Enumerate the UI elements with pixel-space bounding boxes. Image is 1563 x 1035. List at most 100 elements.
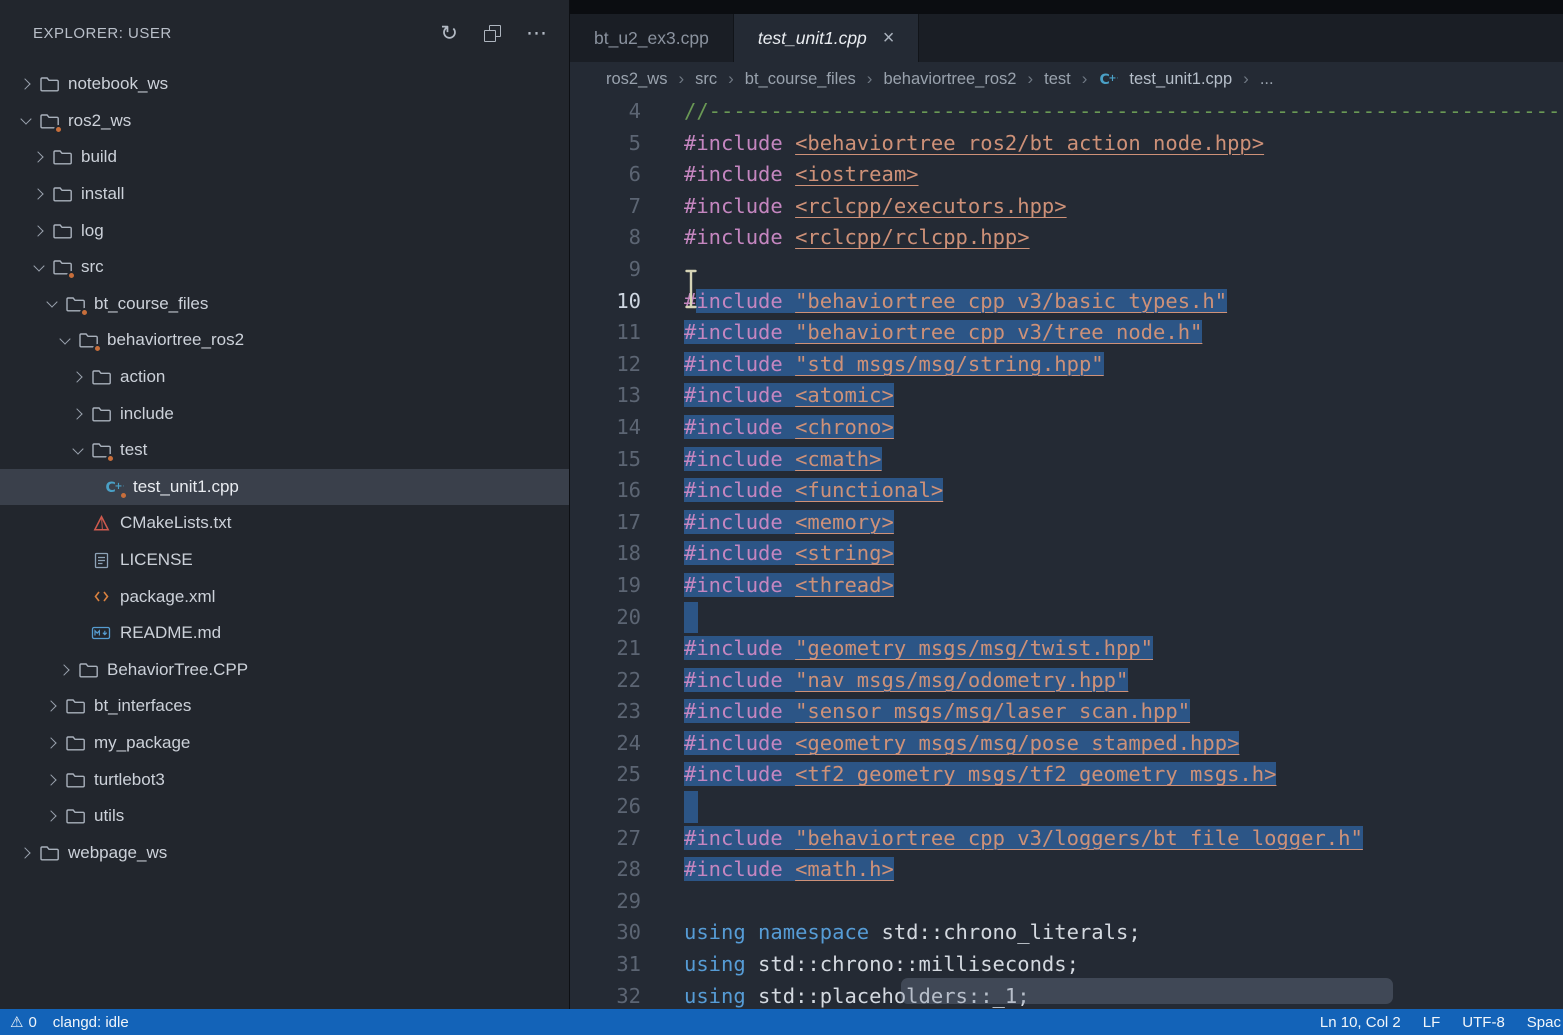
- more-actions-icon[interactable]: ⋯: [526, 23, 547, 44]
- code-line-28[interactable]: 28#include <math.h>: [570, 854, 1563, 886]
- line-number[interactable]: 9: [570, 254, 641, 286]
- code-line-31[interactable]: 31using std::chrono::milliseconds;: [570, 949, 1563, 981]
- code-line-10[interactable]: 10#include "behaviortree_cpp_v3/basic_ty…: [570, 286, 1563, 318]
- chevron-down-icon[interactable]: [16, 111, 36, 131]
- problems-indicator[interactable]: ⚠ 0: [10, 1013, 37, 1031]
- code-line-4[interactable]: 4//-------------------------------------…: [570, 96, 1563, 128]
- line-number[interactable]: 32: [570, 981, 641, 1009]
- chevron-right-icon[interactable]: [68, 367, 88, 387]
- chevron-down-icon[interactable]: [68, 440, 88, 460]
- code-line-6[interactable]: 6#include <iostream>: [570, 159, 1563, 191]
- line-number[interactable]: 26: [570, 791, 641, 823]
- tree-item-test_unit1.cpp[interactable]: C++test_unit1.cpp: [0, 469, 569, 506]
- code-line-5[interactable]: 5#include <behaviortree_ros2/bt_action_n…: [570, 128, 1563, 160]
- chevron-right-icon[interactable]: [16, 74, 36, 94]
- code-line-22[interactable]: 22#include "nav_msgs/msg/odometry.hpp": [570, 665, 1563, 697]
- code-line-29[interactable]: 29: [570, 886, 1563, 918]
- line-number[interactable]: 30: [570, 917, 641, 949]
- tree-item-src[interactable]: src: [0, 249, 569, 286]
- code-line-23[interactable]: 23#include "sensor_msgs/msg/laser_scan.h…: [570, 696, 1563, 728]
- chevron-right-icon[interactable]: [42, 806, 62, 826]
- line-number[interactable]: 25: [570, 759, 641, 791]
- code-line-21[interactable]: 21#include "geometry_msgs/msg/twist.hpp": [570, 633, 1563, 665]
- chevron-down-icon[interactable]: [29, 257, 49, 277]
- tree-item-include[interactable]: include: [0, 395, 569, 432]
- code-line-24[interactable]: 24#include <geometry_msgs/msg/pose_stamp…: [570, 728, 1563, 760]
- line-number[interactable]: 4: [570, 96, 641, 128]
- line-number[interactable]: 21: [570, 633, 641, 665]
- chevron-right-icon[interactable]: [42, 733, 62, 753]
- code-line-9[interactable]: 9: [570, 254, 1563, 286]
- tree-item-README.md[interactable]: README.md: [0, 615, 569, 652]
- chevron-down-icon[interactable]: [55, 330, 75, 350]
- line-number[interactable]: 16: [570, 475, 641, 507]
- line-number[interactable]: 17: [570, 507, 641, 539]
- line-number[interactable]: 12: [570, 349, 641, 381]
- line-number[interactable]: 8: [570, 222, 641, 254]
- breadcrumb-item-ros2_ws[interactable]: ros2_ws: [606, 70, 667, 89]
- code-line-26[interactable]: 26: [570, 791, 1563, 823]
- tab-bt_u2_ex3.cpp[interactable]: bt_u2_ex3.cpp: [570, 14, 734, 62]
- tree-item-LICENSE[interactable]: LICENSE: [0, 542, 569, 579]
- breadcrumb-item-bt_course_files[interactable]: bt_course_files: [745, 70, 856, 89]
- line-number[interactable]: 27: [570, 823, 641, 855]
- line-number[interactable]: 7: [570, 191, 641, 223]
- line-number[interactable]: 20: [570, 602, 641, 634]
- line-number[interactable]: 31: [570, 949, 641, 981]
- line-number[interactable]: 22: [570, 665, 641, 697]
- tree-item-notebook_ws[interactable]: notebook_ws: [0, 66, 569, 103]
- tree-item-BehaviorTree.CPP[interactable]: BehaviorTree.CPP: [0, 652, 569, 689]
- code-line-27[interactable]: 27#include "behaviortree_cpp_v3/loggers/…: [570, 823, 1563, 855]
- tab-test_unit1.cpp[interactable]: test_unit1.cpp×: [734, 14, 920, 62]
- line-number[interactable]: 6: [570, 159, 641, 191]
- line-number[interactable]: 18: [570, 538, 641, 570]
- line-number[interactable]: 13: [570, 380, 641, 412]
- tree-item-CMakeLists.txt[interactable]: CMakeLists.txt: [0, 505, 569, 542]
- code-line-20[interactable]: 20: [570, 602, 1563, 634]
- clangd-status[interactable]: clangd: idle: [53, 1014, 129, 1031]
- refresh-icon[interactable]: ↻: [440, 23, 458, 44]
- line-number[interactable]: 15: [570, 444, 641, 476]
- code-line-11[interactable]: 11#include "behaviortree_cpp_v3/tree_nod…: [570, 317, 1563, 349]
- chevron-right-icon[interactable]: [29, 221, 49, 241]
- encoding-indicator[interactable]: UTF-8: [1462, 1014, 1505, 1031]
- code-line-12[interactable]: 12#include "std_msgs/msg/string.hpp": [570, 349, 1563, 381]
- code-line-17[interactable]: 17#include <memory>: [570, 507, 1563, 539]
- tree-item-action[interactable]: action: [0, 359, 569, 396]
- tree-item-build[interactable]: build: [0, 139, 569, 176]
- close-icon[interactable]: ×: [883, 28, 895, 48]
- chevron-right-icon[interactable]: [42, 770, 62, 790]
- code-line-15[interactable]: 15#include <cmath>: [570, 444, 1563, 476]
- chevron-right-icon[interactable]: [29, 147, 49, 167]
- code-line-8[interactable]: 8#include <rclcpp/rclcpp.hpp>: [570, 222, 1563, 254]
- line-number[interactable]: 5: [570, 128, 641, 160]
- line-number[interactable]: 29: [570, 886, 641, 918]
- tree-item-my_package[interactable]: my_package: [0, 725, 569, 762]
- tree-item-bt_interfaces[interactable]: bt_interfaces: [0, 688, 569, 725]
- line-number[interactable]: 14: [570, 412, 641, 444]
- line-number[interactable]: 10: [570, 286, 641, 318]
- tree-item-test[interactable]: test: [0, 432, 569, 469]
- line-number[interactable]: 19: [570, 570, 641, 602]
- code-line-30[interactable]: 30using namespace std::chrono_literals;: [570, 917, 1563, 949]
- collapse-folders-icon[interactable]: [484, 25, 500, 41]
- code-area[interactable]: 4//-------------------------------------…: [570, 96, 1563, 1009]
- tree-item-bt_course_files[interactable]: bt_course_files: [0, 286, 569, 323]
- code-line-25[interactable]: 25#include <tf2_geometry_msgs/tf2_geomet…: [570, 759, 1563, 791]
- tree-item-package.xml[interactable]: package.xml: [0, 578, 569, 615]
- chevron-right-icon[interactable]: [42, 696, 62, 716]
- breadcrumb-item-src[interactable]: src: [695, 70, 717, 89]
- code-line-7[interactable]: 7#include <rclcpp/executors.hpp>: [570, 191, 1563, 223]
- breadcrumb-item-behaviortree_ros2[interactable]: behaviortree_ros2: [883, 70, 1016, 89]
- chevron-right-icon[interactable]: [55, 660, 75, 680]
- chevron-down-icon[interactable]: [42, 294, 62, 314]
- breadcrumb-item-file[interactable]: test_unit1.cpp: [1129, 70, 1232, 89]
- code-line-18[interactable]: 18#include <string>: [570, 538, 1563, 570]
- line-number[interactable]: 11: [570, 317, 641, 349]
- code-line-14[interactable]: 14#include <chrono>: [570, 412, 1563, 444]
- chevron-right-icon[interactable]: [68, 404, 88, 424]
- code-line-19[interactable]: 19#include <thread>: [570, 570, 1563, 602]
- line-number[interactable]: 23: [570, 696, 641, 728]
- code-line-13[interactable]: 13#include <atomic>: [570, 380, 1563, 412]
- breadcrumb-item-test[interactable]: test: [1044, 70, 1071, 89]
